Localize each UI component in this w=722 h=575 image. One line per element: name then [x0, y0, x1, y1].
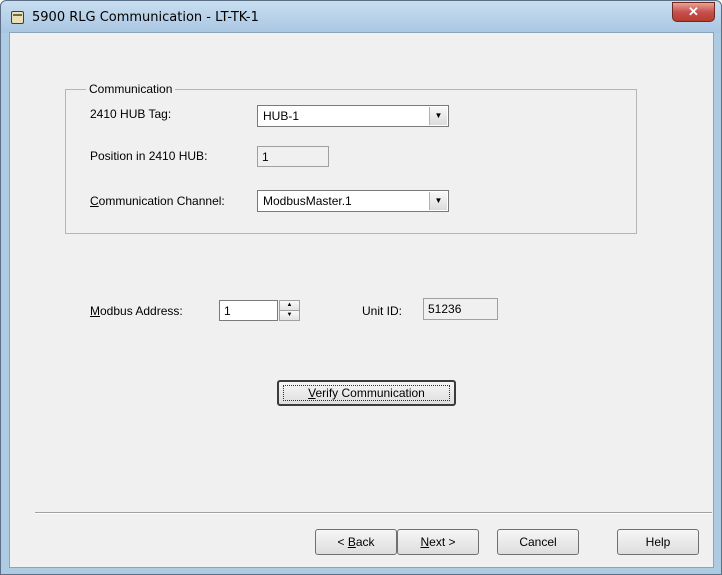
position-in-hub-field: 1	[257, 146, 329, 167]
position-in-hub-label: Position in 2410 HUB:	[90, 149, 208, 163]
modbus-address-label-text: odbus Address:	[100, 304, 183, 318]
footer-separator	[35, 512, 712, 514]
cancel-button[interactable]: Cancel	[497, 529, 579, 555]
hub-tag-label: 2410 HUB Tag:	[90, 107, 172, 121]
unit-id-label: Unit ID:	[362, 304, 403, 318]
hub-tag-value: HUB-1	[263, 109, 300, 123]
back-button[interactable]: < Back	[315, 529, 397, 555]
unit-id-field: 51236	[423, 298, 498, 320]
spin-down-icon[interactable]: ▼	[279, 310, 300, 321]
back-button-prefix: <	[337, 535, 348, 549]
unit-id-value: 51236	[428, 302, 462, 316]
window-title: 5900 RLG Communication - LT-TK-1	[32, 10, 259, 25]
tank-gauge-icon	[11, 11, 24, 24]
chevron-down-icon[interactable]: ▼	[429, 192, 447, 210]
focus-rectangle	[283, 385, 450, 401]
modbus-address-input[interactable]: 1	[219, 300, 278, 321]
communication-channel-dropdown[interactable]: ModbusMaster.1 ▼	[257, 190, 449, 212]
chevron-down-icon[interactable]: ▼	[429, 107, 447, 125]
modbus-address-label-accesskey: M	[90, 304, 100, 318]
next-button[interactable]: Next >	[397, 529, 479, 555]
communication-channel-label-text: ommunication Channel:	[98, 194, 225, 208]
close-icon: ✕	[688, 4, 699, 19]
next-button-label: ext >	[429, 535, 456, 549]
back-button-label: ack	[355, 535, 375, 549]
communication-group-title: Communication	[86, 82, 176, 96]
cancel-button-label: Cancel	[519, 535, 557, 549]
communication-channel-value: ModbusMaster.1	[263, 194, 352, 208]
next-button-accesskey: N	[420, 535, 430, 549]
back-button-accesskey: B	[347, 535, 356, 549]
verify-communication-button[interactable]: Verify Communication	[277, 380, 456, 406]
title-bar[interactable]: 5900 RLG Communication - LT-TK-1 ✕	[1, 1, 721, 33]
modbus-address-value: 1	[224, 304, 231, 318]
communication-channel-label-accesskey: C	[90, 194, 99, 208]
position-in-hub-value: 1	[262, 150, 269, 164]
modbus-address-label: Modbus Address:	[90, 304, 183, 318]
modbus-address-spinner[interactable]: ▲ ▼	[279, 300, 300, 321]
help-button[interactable]: Help	[617, 529, 699, 555]
help-button-label: Help	[645, 535, 671, 549]
hub-tag-dropdown[interactable]: HUB-1 ▼	[257, 105, 449, 127]
communication-channel-label: Communication Channel:	[90, 194, 225, 208]
close-button[interactable]: ✕	[672, 2, 715, 22]
